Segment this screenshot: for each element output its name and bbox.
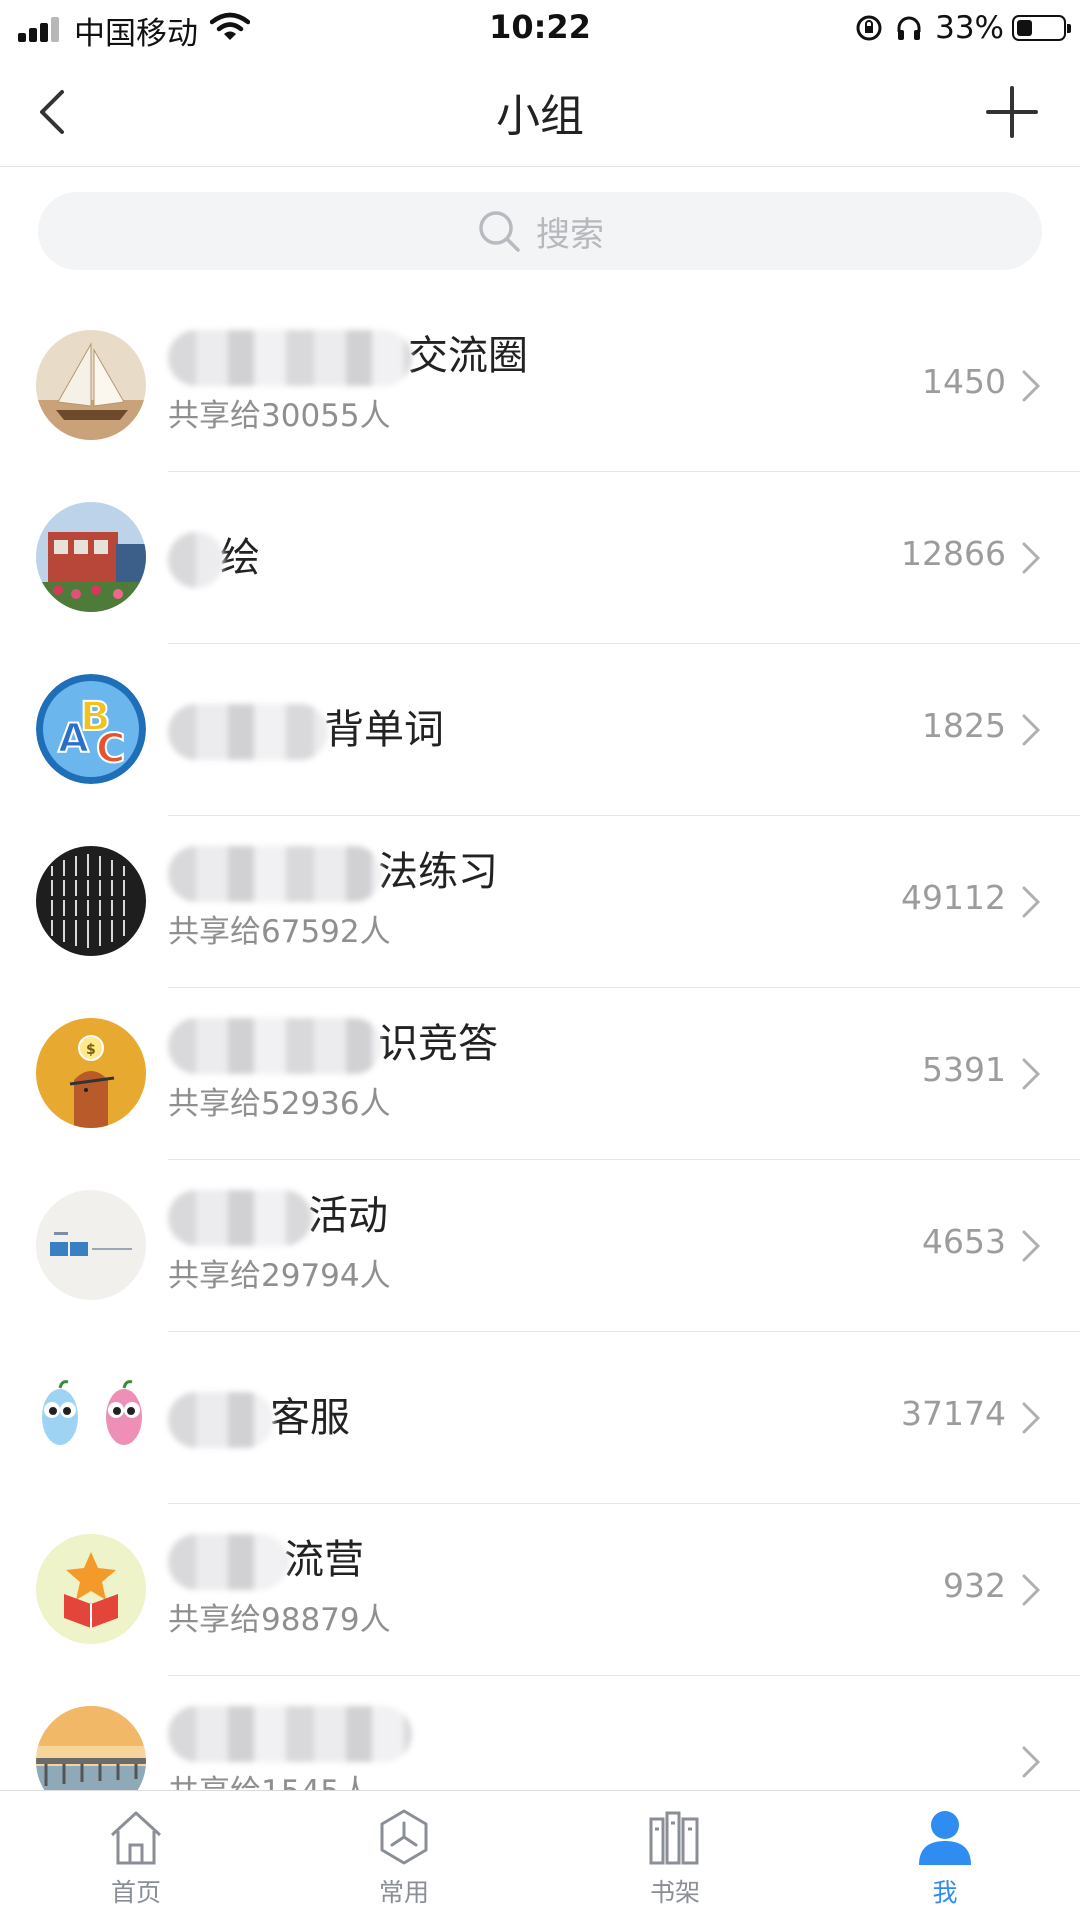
- group-name: 识竞答: [168, 1018, 498, 1074]
- group-count: 1450: [922, 362, 1006, 401]
- building-avatar: [36, 502, 146, 612]
- group-count: 37174: [901, 1394, 1006, 1433]
- battery-percent: 33%: [935, 10, 1004, 46]
- list-item[interactable]: 交流圈 共享给30055人 1450: [0, 300, 1080, 472]
- chevron-right-icon: [1022, 1402, 1041, 1434]
- list-item[interactable]: 活动 共享给29794人 4653: [0, 1160, 1080, 1332]
- page-title: 小组: [496, 91, 584, 142]
- status-bar: 中国移动 10:22 33%: [0, 0, 1080, 58]
- nav-bar: 小组: [0, 58, 1080, 167]
- chevron-right-icon: [1022, 714, 1041, 746]
- svg-text:C: C: [96, 726, 125, 772]
- group-name: 活动: [168, 1190, 391, 1246]
- mascots-avatar: [36, 1362, 146, 1472]
- list-item[interactable]: 绘 12866: [0, 472, 1080, 644]
- group-count: 1825: [922, 706, 1006, 745]
- group-members: 共享给98879人: [168, 1602, 391, 1638]
- search-placeholder: 搜索: [536, 214, 604, 255]
- lightbulb-avatar: $: [36, 1018, 146, 1128]
- pier-avatar: [36, 1706, 146, 1790]
- chevron-right-icon: [1022, 542, 1041, 574]
- tab-frequent[interactable]: 常用: [334, 1791, 474, 1921]
- group-name: 流营: [168, 1534, 391, 1590]
- list-item[interactable]: 流营 共享给98879人 932: [0, 1504, 1080, 1676]
- plus-icon[interactable]: [984, 84, 1040, 140]
- abc-letters-avatar: A B C: [36, 674, 146, 784]
- group-members: 共享给29794人: [168, 1258, 391, 1294]
- group-count: 5391: [922, 1050, 1006, 1089]
- group-count: 49112: [901, 878, 1006, 917]
- group-members: 共享给52936人: [168, 1086, 391, 1122]
- list-item[interactable]: 法练习 共享给67592人 49112: [0, 816, 1080, 988]
- group-name: 法练习: [168, 846, 498, 902]
- group-count: 932: [943, 1566, 1006, 1605]
- svg-text:$: $: [86, 1042, 96, 1058]
- search-icon: [479, 211, 520, 252]
- tab-bar: 首页 常用 书架 我: [0, 1790, 1080, 1921]
- bookshelf-icon: [649, 1811, 699, 1865]
- headphones-icon: [897, 16, 921, 40]
- list-item[interactable]: $ 识竞答 共享给52936人 5391: [0, 988, 1080, 1160]
- group-members: 共享给67592人: [168, 914, 391, 950]
- home-icon: [110, 1811, 162, 1865]
- battery-icon: [1012, 15, 1071, 41]
- group-members: 共享给30055人: [168, 398, 391, 434]
- group-name: [168, 1706, 412, 1762]
- rotation-lock-icon: [856, 15, 882, 41]
- list-item[interactable]: 客服 37174: [0, 1332, 1080, 1504]
- book-star-avatar: [36, 1534, 146, 1644]
- tab-me[interactable]: 我: [875, 1791, 1015, 1921]
- list-item[interactable]: 共享给1545人: [0, 1676, 1080, 1790]
- chevron-right-icon: [1022, 1574, 1041, 1606]
- group-list: 交流圈 共享给30055人 1450 绘 12866 A B C 背单词 182…: [0, 300, 1080, 1790]
- chevron-right-icon: [1022, 1746, 1041, 1778]
- tab-home[interactable]: 首页: [66, 1791, 206, 1921]
- calligraphy-avatar: [36, 846, 146, 956]
- sailboat-avatar: [36, 330, 146, 440]
- group-count: 12866: [901, 534, 1006, 573]
- search-bar[interactable]: 搜索: [38, 192, 1042, 270]
- chevron-right-icon: [1022, 886, 1041, 918]
- list-item[interactable]: A B C 背单词 1825: [0, 644, 1080, 816]
- tab-bookshelf-label: 书架: [649, 1878, 700, 1907]
- chevron-right-icon: [1022, 1058, 1041, 1090]
- group-members: 共享给1545人: [168, 1770, 408, 1790]
- tab-frequent-label: 常用: [378, 1878, 429, 1907]
- chevron-right-icon: [1022, 1230, 1041, 1262]
- tab-home-label: 首页: [110, 1878, 161, 1907]
- group-name: 绘: [168, 532, 260, 588]
- group-name: 背单词: [168, 704, 444, 760]
- group-name: 客服: [168, 1392, 350, 1448]
- group-name: 交流圈: [168, 330, 528, 386]
- huaquan-avatar: [36, 1190, 146, 1300]
- profile-icon: [919, 1811, 971, 1865]
- frequent-icon: [380, 1809, 428, 1865]
- chevron-right-icon: [1022, 370, 1041, 402]
- tab-bookshelf[interactable]: 书架: [605, 1791, 745, 1921]
- tab-me-label: 我: [932, 1878, 958, 1907]
- group-count: 4653: [922, 1222, 1006, 1261]
